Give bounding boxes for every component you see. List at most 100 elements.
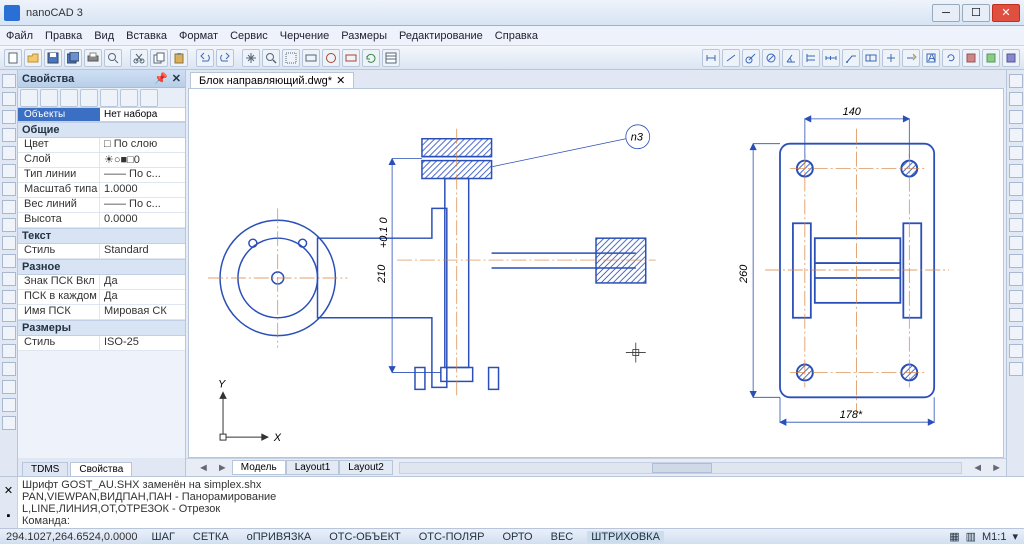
tb-zoom-window-icon[interactable]	[282, 49, 300, 67]
tb-centermark-icon[interactable]	[882, 49, 900, 67]
tb-dim-aligned-icon[interactable]	[722, 49, 740, 67]
lt-tool5-icon[interactable]	[2, 344, 16, 358]
tb-print-icon[interactable]	[84, 49, 102, 67]
section-dims[interactable]: Размеры	[18, 320, 185, 336]
rt-erase-icon[interactable]	[1009, 74, 1023, 88]
tb-cut-icon[interactable]	[130, 49, 148, 67]
rt-ext2-icon[interactable]	[1009, 362, 1023, 376]
pt-5-icon[interactable]	[100, 89, 118, 107]
status-icon-1[interactable]: ▦	[949, 530, 959, 543]
status-icon-2[interactable]: ▥	[966, 530, 976, 543]
tb-save-icon[interactable]	[44, 49, 62, 67]
pt-4-icon[interactable]	[80, 89, 98, 107]
lt-hatch-icon[interactable]	[2, 200, 16, 214]
hscroll-thumb[interactable]	[652, 463, 712, 473]
lt-tool7-icon[interactable]	[2, 380, 16, 394]
properties-pin-icon[interactable]: 📌	[154, 72, 168, 85]
tb-dim-continue-icon[interactable]	[822, 49, 840, 67]
pt-2-icon[interactable]	[40, 89, 58, 107]
menu-edit[interactable]: Правка	[45, 30, 82, 42]
menu-draw[interactable]: Черчение	[280, 30, 330, 42]
lt-tool3-icon[interactable]	[2, 308, 16, 322]
tb-dimedit-icon[interactable]	[902, 49, 920, 67]
rt-trim-icon[interactable]	[1009, 236, 1023, 250]
status-otrack-polar[interactable]: ОТС-ПОЛЯР	[415, 531, 489, 543]
prop-ucs-on[interactable]: Знак ПСК ВклДа	[18, 275, 185, 290]
lt-tool4-icon[interactable]	[2, 326, 16, 340]
menu-dims[interactable]: Размеры	[341, 30, 387, 42]
rt-move-icon[interactable]	[1009, 164, 1023, 178]
prop-ltscale[interactable]: Масштаб типа ...1.0000	[18, 183, 185, 198]
tb-new-icon[interactable]	[4, 49, 22, 67]
rt-array-icon[interactable]	[1009, 146, 1023, 160]
tabs-next-icon[interactable]: ►	[213, 462, 232, 474]
tb-open-icon[interactable]	[24, 49, 42, 67]
status-ortho[interactable]: ОРТО	[498, 531, 536, 543]
prop-textstyle[interactable]: СтильStandard	[18, 244, 185, 259]
prop-height[interactable]: Высота0.0000	[18, 213, 185, 228]
tb-pan-icon[interactable]	[242, 49, 260, 67]
lt-tool2-icon[interactable]	[2, 290, 16, 304]
menu-file[interactable]: Файл	[6, 30, 33, 42]
lt-point-icon[interactable]	[2, 236, 16, 250]
hscrollbar[interactable]	[399, 462, 962, 474]
prop-ucs-each[interactable]: ПСК в каждом ...Да	[18, 290, 185, 305]
maximize-button[interactable]: ☐	[962, 4, 990, 22]
pt-3-icon[interactable]	[60, 89, 78, 107]
lt-circle-icon[interactable]	[2, 146, 16, 160]
hscroll-right-icon[interactable]: ►	[987, 462, 1006, 474]
status-otrack-obj[interactable]: ОТС-ОБЪЕКТ	[325, 531, 404, 543]
drawing-canvas[interactable]: X Y	[188, 88, 1004, 458]
tb-dim-baseline-icon[interactable]	[802, 49, 820, 67]
lt-block-icon[interactable]	[2, 254, 16, 268]
status-grid[interactable]: СЕТКА	[189, 531, 233, 543]
status-snap[interactable]: ШАГ	[148, 531, 179, 543]
tb-dim-angle-icon[interactable]	[782, 49, 800, 67]
prop-lweight[interactable]: Вес линий—— По с...	[18, 198, 185, 213]
properties-close-icon[interactable]: ✕	[172, 72, 181, 85]
section-general[interactable]: Общие	[18, 122, 185, 138]
tb-circle-icon[interactable]	[322, 49, 340, 67]
rt-fillet-icon[interactable]	[1009, 290, 1023, 304]
rt-rotate-icon[interactable]	[1009, 182, 1023, 196]
prop-linetype[interactable]: Тип линии—— По с...	[18, 168, 185, 183]
tb-zoom-extents-icon[interactable]	[302, 49, 320, 67]
tb-saveall-icon[interactable]	[64, 49, 82, 67]
rt-chamfer-icon[interactable]	[1009, 308, 1023, 322]
lt-pline-icon[interactable]	[2, 92, 16, 106]
command-log[interactable]: Шрифт GOST_AU.SHX заменён на simplex.shx…	[18, 477, 1024, 528]
menu-tools[interactable]: Сервис	[230, 30, 268, 42]
prop-dimstyle[interactable]: СтильISO-25	[18, 336, 185, 351]
pt-6-icon[interactable]	[120, 89, 138, 107]
tb-dimupdate-icon[interactable]	[942, 49, 960, 67]
rt-mirror-icon[interactable]	[1009, 110, 1023, 124]
lt-tool6-icon[interactable]	[2, 362, 16, 376]
document-tab[interactable]: Блок направляющий.dwg* ✕	[190, 72, 354, 88]
tb-regen-icon[interactable]	[362, 49, 380, 67]
prop-ucs-name[interactable]: Имя ПСКМировая СК	[18, 305, 185, 320]
lt-tool1-icon[interactable]	[2, 272, 16, 286]
menu-modify[interactable]: Редактирование	[399, 30, 483, 42]
tb-rect-icon[interactable]	[342, 49, 360, 67]
status-dropdown-icon[interactable]: ▾	[1012, 530, 1018, 543]
rt-ext1-icon[interactable]	[1009, 344, 1023, 358]
menu-insert[interactable]: Вставка	[126, 30, 167, 42]
lt-tool8-icon[interactable]	[2, 398, 16, 412]
tb-preview-icon[interactable]	[104, 49, 122, 67]
tb-leader-icon[interactable]	[842, 49, 860, 67]
lt-line-icon[interactable]	[2, 74, 16, 88]
lt-spline-icon[interactable]	[2, 164, 16, 178]
document-tab-close-icon[interactable]: ✕	[336, 74, 345, 87]
menu-view[interactable]: Вид	[94, 30, 114, 42]
tb-redo-icon[interactable]	[216, 49, 234, 67]
lt-tool9-icon[interactable]	[2, 416, 16, 430]
tab-model[interactable]: Модель	[232, 460, 286, 475]
prop-layer[interactable]: Слой☀○■□0	[18, 153, 185, 168]
tb-paste-icon[interactable]	[170, 49, 188, 67]
tb-dim-linear-icon[interactable]	[702, 49, 720, 67]
rt-offset-icon[interactable]	[1009, 128, 1023, 142]
pt-1-icon[interactable]	[20, 89, 38, 107]
prop-color[interactable]: Цвет□ По слою	[18, 138, 185, 153]
tb-undo-icon[interactable]	[196, 49, 214, 67]
rt-explode-icon[interactable]	[1009, 326, 1023, 340]
